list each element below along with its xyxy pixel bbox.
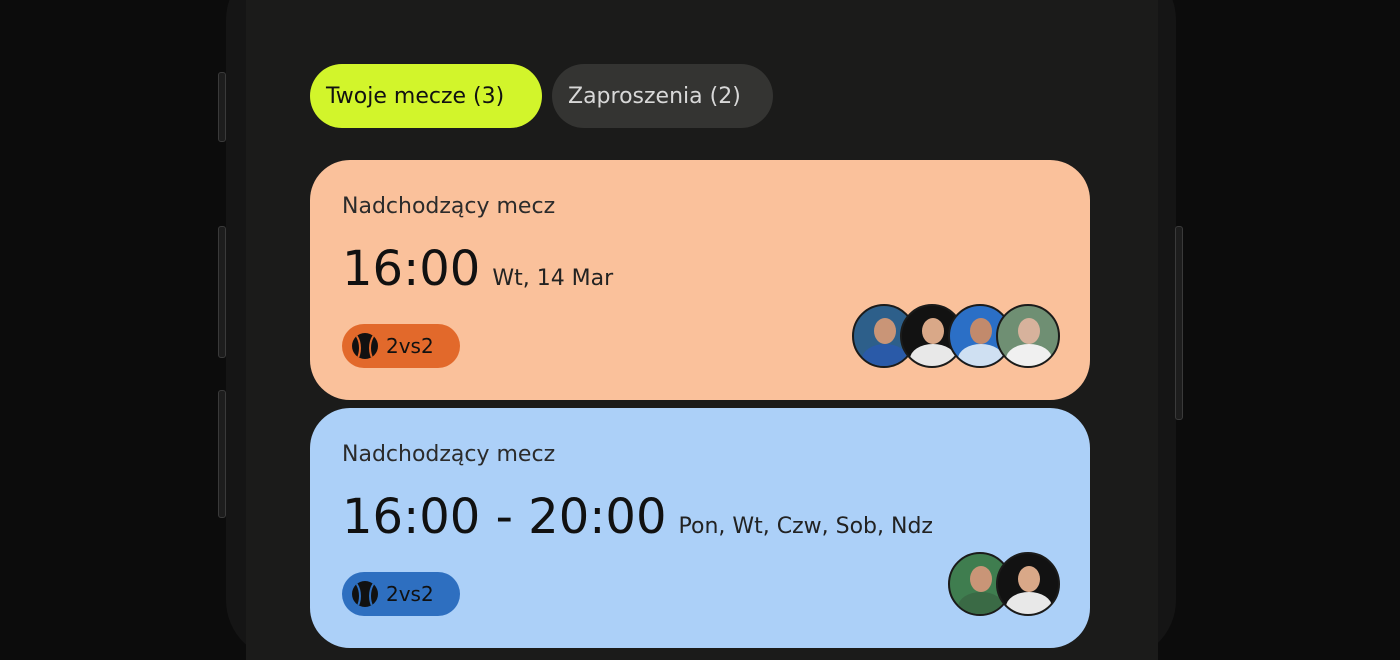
match-type-label: 2vs2 [386,334,434,358]
side-button-volume-down [218,390,226,518]
player-avatars [948,552,1060,616]
match-card-label: Nadchodzący mecz [342,194,556,219]
tennis-ball-icon [352,333,378,359]
match-type-badge: 2vs2 [342,324,460,368]
match-card-label: Nadchodzący mecz [342,442,556,467]
match-time: 16:00 - 20:00 [342,489,667,545]
side-button-power [1175,226,1183,420]
avatar [996,304,1060,368]
side-button-mute [218,72,226,142]
tab-invitations[interactable]: Zaproszenia (2) [552,64,773,128]
side-button-volume-up [218,226,226,358]
match-date: Wt, 14 Mar [492,266,614,291]
match-type-badge: 2vs2 [342,572,460,616]
match-date: Pon, Wt, Czw, Sob, Ndz [678,514,933,539]
match-card[interactable]: Nadchodzący mecz 16:00 - 20:00 Pon, Wt, … [310,408,1090,648]
match-time-row: 16:00 Wt, 14 Mar [342,241,1058,297]
tennis-ball-icon [352,581,378,607]
match-time-row: 16:00 - 20:00 Pon, Wt, Czw, Sob, Ndz [342,489,1058,545]
match-type-label: 2vs2 [386,582,434,606]
avatar [996,552,1060,616]
match-time: 16:00 [342,241,481,297]
tab-my-matches[interactable]: Twoje mecze (3) [310,64,542,128]
match-card[interactable]: Nadchodzący mecz 16:00 Wt, 14 Mar 2vs2 [310,160,1090,400]
player-avatars [852,304,1060,368]
match-tabs: Twoje mecze (3) Zaproszenia (2) [310,64,773,128]
